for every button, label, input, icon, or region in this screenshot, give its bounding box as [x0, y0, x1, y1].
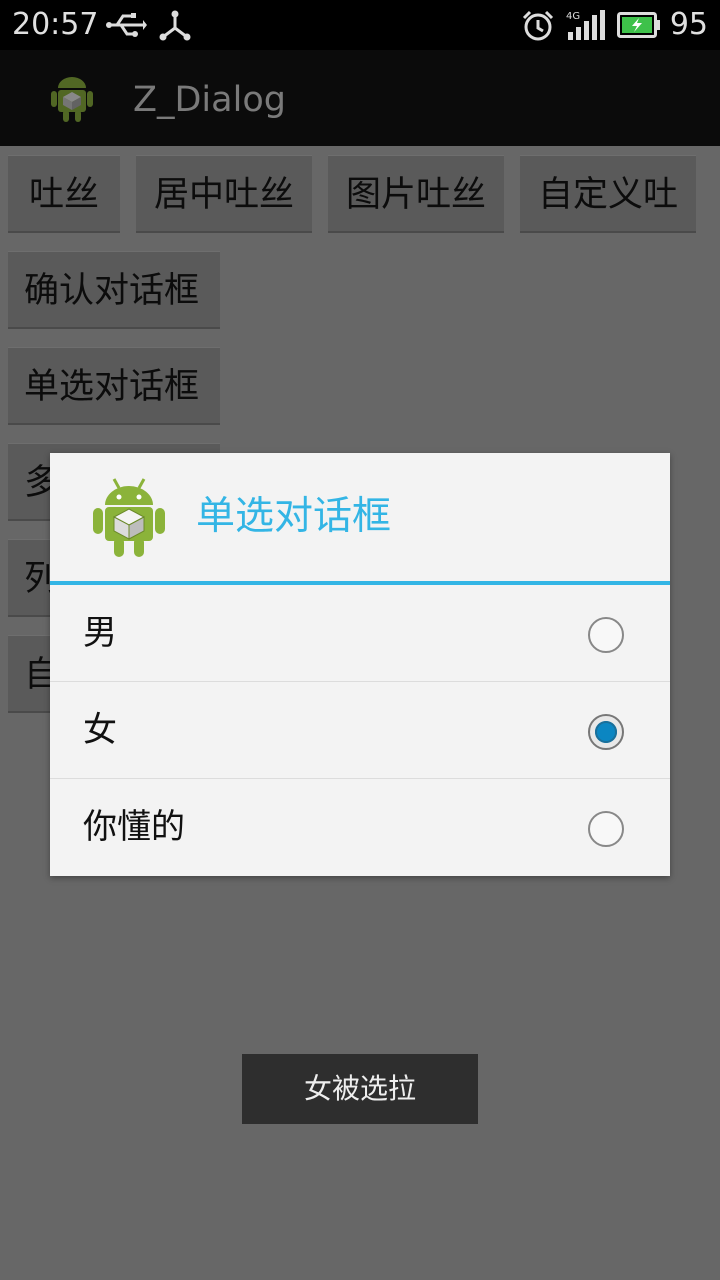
status-bar: 20:57 4G 95	[0, 0, 720, 50]
custom-toast-button[interactable]: 自定义吐	[520, 155, 696, 233]
action-bar: Z_Dialog	[0, 50, 720, 146]
image-toast-button[interactable]: 图片吐丝	[328, 155, 504, 233]
alarm-icon	[521, 10, 555, 46]
toast-button[interactable]: 吐丝	[8, 155, 120, 233]
battery-charging-icon	[617, 12, 661, 42]
option-label: 女	[83, 710, 117, 750]
dialog-header: 单选对话框	[50, 453, 670, 581]
option-you-know[interactable]: 你懂的	[50, 779, 670, 876]
single-choice-dialog-button[interactable]: 单选对话框	[8, 347, 220, 425]
option-label: 你懂的	[83, 807, 185, 847]
android-icon	[50, 74, 94, 124]
share-icon	[158, 10, 192, 46]
radio-selected-dot	[595, 721, 617, 743]
signal-icon: 4G	[565, 10, 605, 46]
center-toast-button[interactable]: 居中吐丝	[136, 155, 312, 233]
option-male[interactable]: 男	[50, 585, 670, 682]
android-box-icon	[92, 475, 166, 559]
option-female[interactable]: 女	[50, 682, 670, 779]
usb-icon	[105, 10, 147, 44]
dialog-title: 单选对话框	[196, 494, 392, 539]
option-label: 男	[83, 613, 117, 653]
radio-button[interactable]	[588, 811, 624, 847]
toast-message: 女被选拉	[242, 1054, 478, 1124]
confirm-dialog-button[interactable]: 确认对话框	[8, 251, 220, 329]
single-choice-dialog: 单选对话框 男 女 你懂的	[50, 453, 670, 876]
radio-button-checked[interactable]	[588, 714, 624, 750]
battery-percent: 95	[669, 7, 708, 42]
radio-button[interactable]	[588, 617, 624, 653]
app-title: Z_Dialog	[133, 80, 286, 120]
status-time: 20:57	[12, 7, 99, 42]
network-label: 4G	[566, 11, 580, 22]
